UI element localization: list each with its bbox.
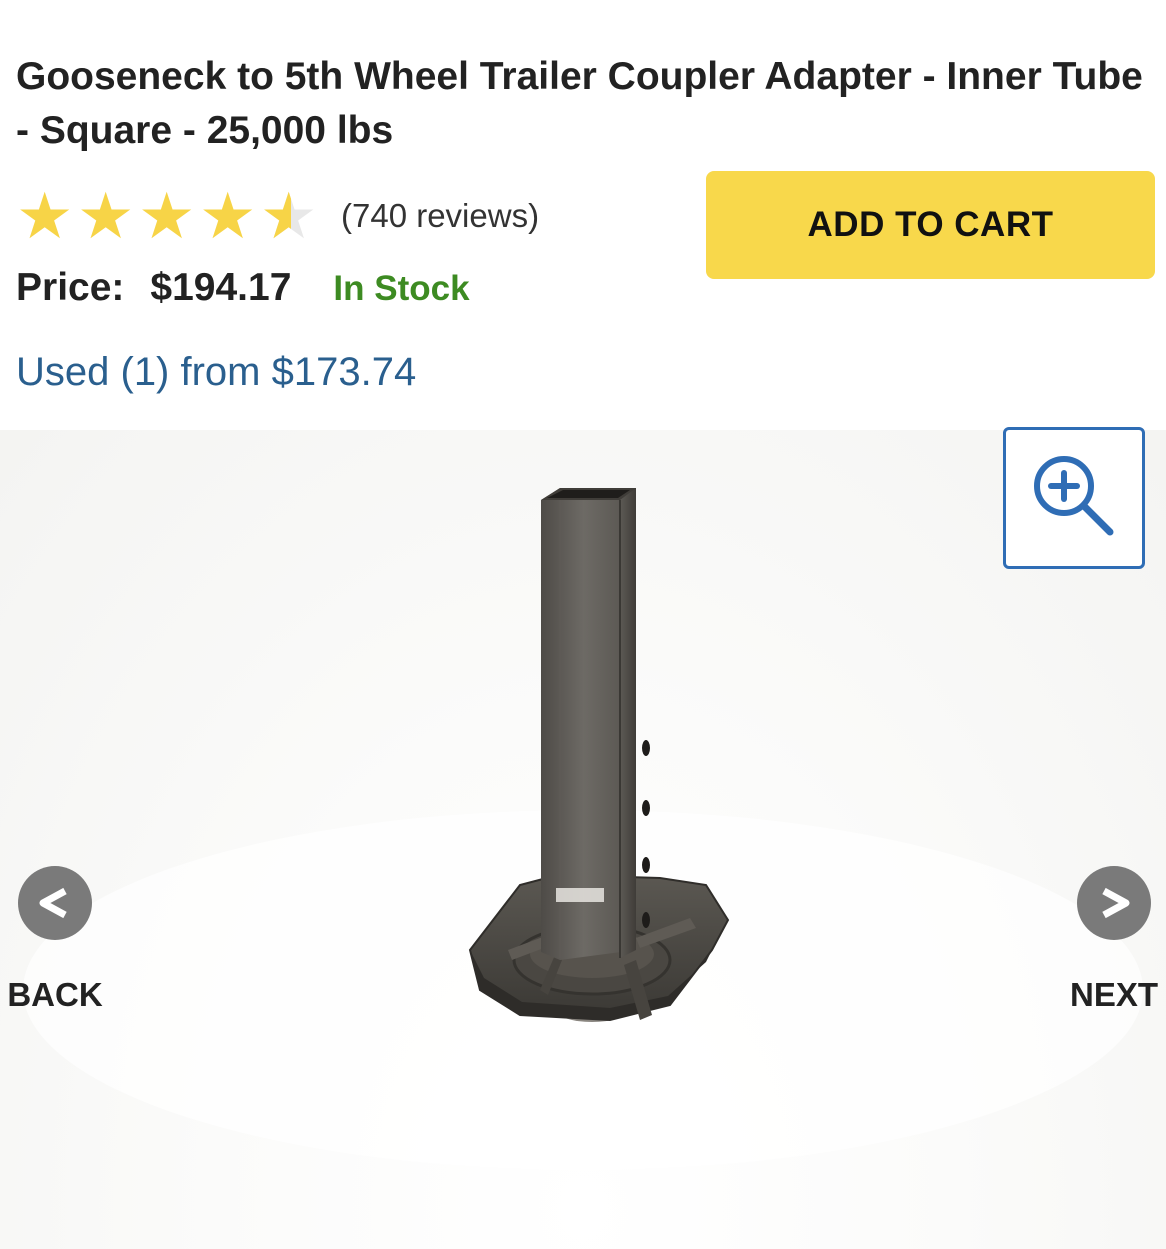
add-to-cart-button[interactable]: ADD TO CART — [706, 171, 1155, 279]
price-value: $194.17 — [150, 266, 292, 309]
back-label: BACK — [7, 976, 103, 1013]
zoom-in-icon — [1026, 448, 1122, 549]
star-icon: ★ — [77, 180, 135, 252]
half-star-icon: ★ ★ — [260, 180, 318, 252]
star-icon: ★ — [138, 180, 196, 252]
gallery-back-button[interactable]: BACK — [0, 866, 115, 1014]
reviews-count-link[interactable]: (740 reviews) — [341, 197, 539, 235]
product-page: Gooseneck to 5th Wheel Trailer Coupler A… — [0, 0, 1166, 1249]
zoom-button[interactable] — [1003, 427, 1145, 569]
product-title: Gooseneck to 5th Wheel Trailer Coupler A… — [16, 55, 1143, 152]
rating-row[interactable]: ★ ★ ★ ★ ★ ★ (740 reviews) — [16, 180, 539, 252]
gallery-next-button[interactable]: NEXT — [1054, 866, 1166, 1014]
star-icon: ★ — [16, 180, 74, 252]
used-offer-link[interactable]: Used (1) from $173.74 — [16, 350, 416, 395]
product-image[interactable] — [0, 430, 1166, 1249]
price-label: Price: — [16, 266, 125, 309]
watermark-logo — [556, 888, 604, 902]
next-label: NEXT — [1069, 976, 1158, 1013]
stock-status: In Stock — [333, 269, 470, 308]
product-photo — [23, 488, 1143, 1170]
price-row: Price: $194.17 In Stock — [16, 266, 470, 310]
chevron-left-icon — [18, 866, 92, 940]
star-icon: ★ — [199, 180, 257, 252]
chevron-right-icon — [1077, 866, 1151, 940]
star-rating: ★ ★ ★ ★ ★ ★ — [16, 180, 321, 252]
